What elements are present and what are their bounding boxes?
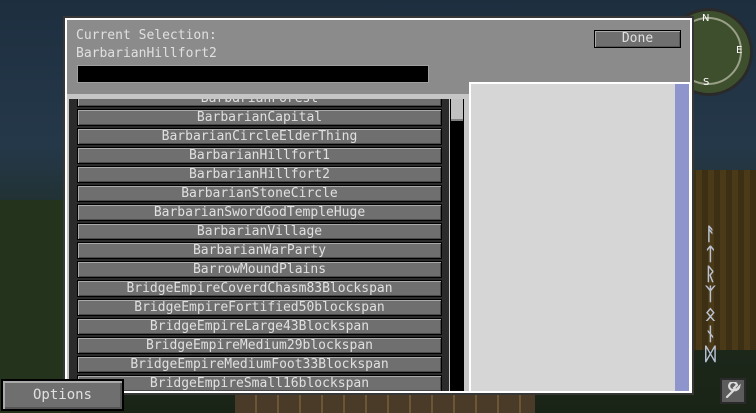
preview-area (471, 84, 675, 391)
current-selection-value: BarbarianHillfort2 (76, 46, 217, 61)
minimap-east-label: E (736, 45, 743, 56)
list-scrollbar[interactable] (450, 99, 464, 391)
structure-list-item[interactable]: BarbarianVillage (77, 223, 442, 240)
list-scroll-thumb[interactable] (451, 99, 463, 121)
structure-list-item[interactable]: BarbarianHillfort2 (77, 166, 442, 183)
preview-scrollbar[interactable] (675, 84, 689, 391)
structure-list-item[interactable]: BarbarianCircleElderThing (77, 128, 442, 145)
structure-list: BarbarianForest BarbarianCapital Barbarian… (69, 99, 449, 391)
rune-decoration: ᚨᛏᚱᛉᛟᚾᛞ (705, 224, 716, 365)
options-button[interactable]: Options (1, 379, 124, 411)
structure-list-item[interactable]: BridgeEmpireMedium29blockspan (77, 337, 442, 354)
structure-list-item[interactable]: BridgeEmpireLarge43Blockspan (77, 318, 442, 335)
done-button[interactable]: Done (594, 30, 681, 48)
structure-list-item[interactable]: BarbarianSwordGodTempleHuge (77, 204, 442, 221)
structure-name-input[interactable] (77, 65, 429, 83)
structure-list-item[interactable]: BarbarianCapital (77, 109, 442, 126)
structure-list-items: BarbarianForest BarbarianCapital Barbarian… (77, 99, 442, 391)
structure-list-item[interactable]: BridgeEmpireSmall16blockspan (77, 375, 442, 391)
structure-list-item[interactable]: BarrowMoundPlains (77, 261, 442, 278)
hotbar (235, 392, 535, 413)
wrench-icon[interactable] (720, 378, 746, 404)
minimap-south-label: S (703, 77, 710, 88)
current-selection-label: Current Selection: (76, 28, 217, 43)
structure-list-item[interactable]: BarbarianForest (77, 99, 442, 107)
structure-list-item[interactable]: BarbarianStoneCircle (77, 185, 442, 202)
structure-list-item[interactable]: BridgeEmpireFortified50blockspan (77, 299, 442, 316)
structure-list-item[interactable]: BarbarianHillfort1 (77, 147, 442, 164)
minimap-north-label: N (702, 13, 710, 24)
structure-list-item[interactable]: BarbarianWarParty (77, 242, 442, 259)
structure-preview-panel (469, 82, 691, 393)
structure-selection-dialog: Current Selection: BarbarianHillfort2 Do… (65, 18, 692, 393)
structure-list-item[interactable]: BridgeEmpireMediumFoot33Blockspan (77, 356, 442, 373)
structure-list-item[interactable]: BridgeEmpireCoverdChasm83Blockspan (77, 280, 442, 297)
